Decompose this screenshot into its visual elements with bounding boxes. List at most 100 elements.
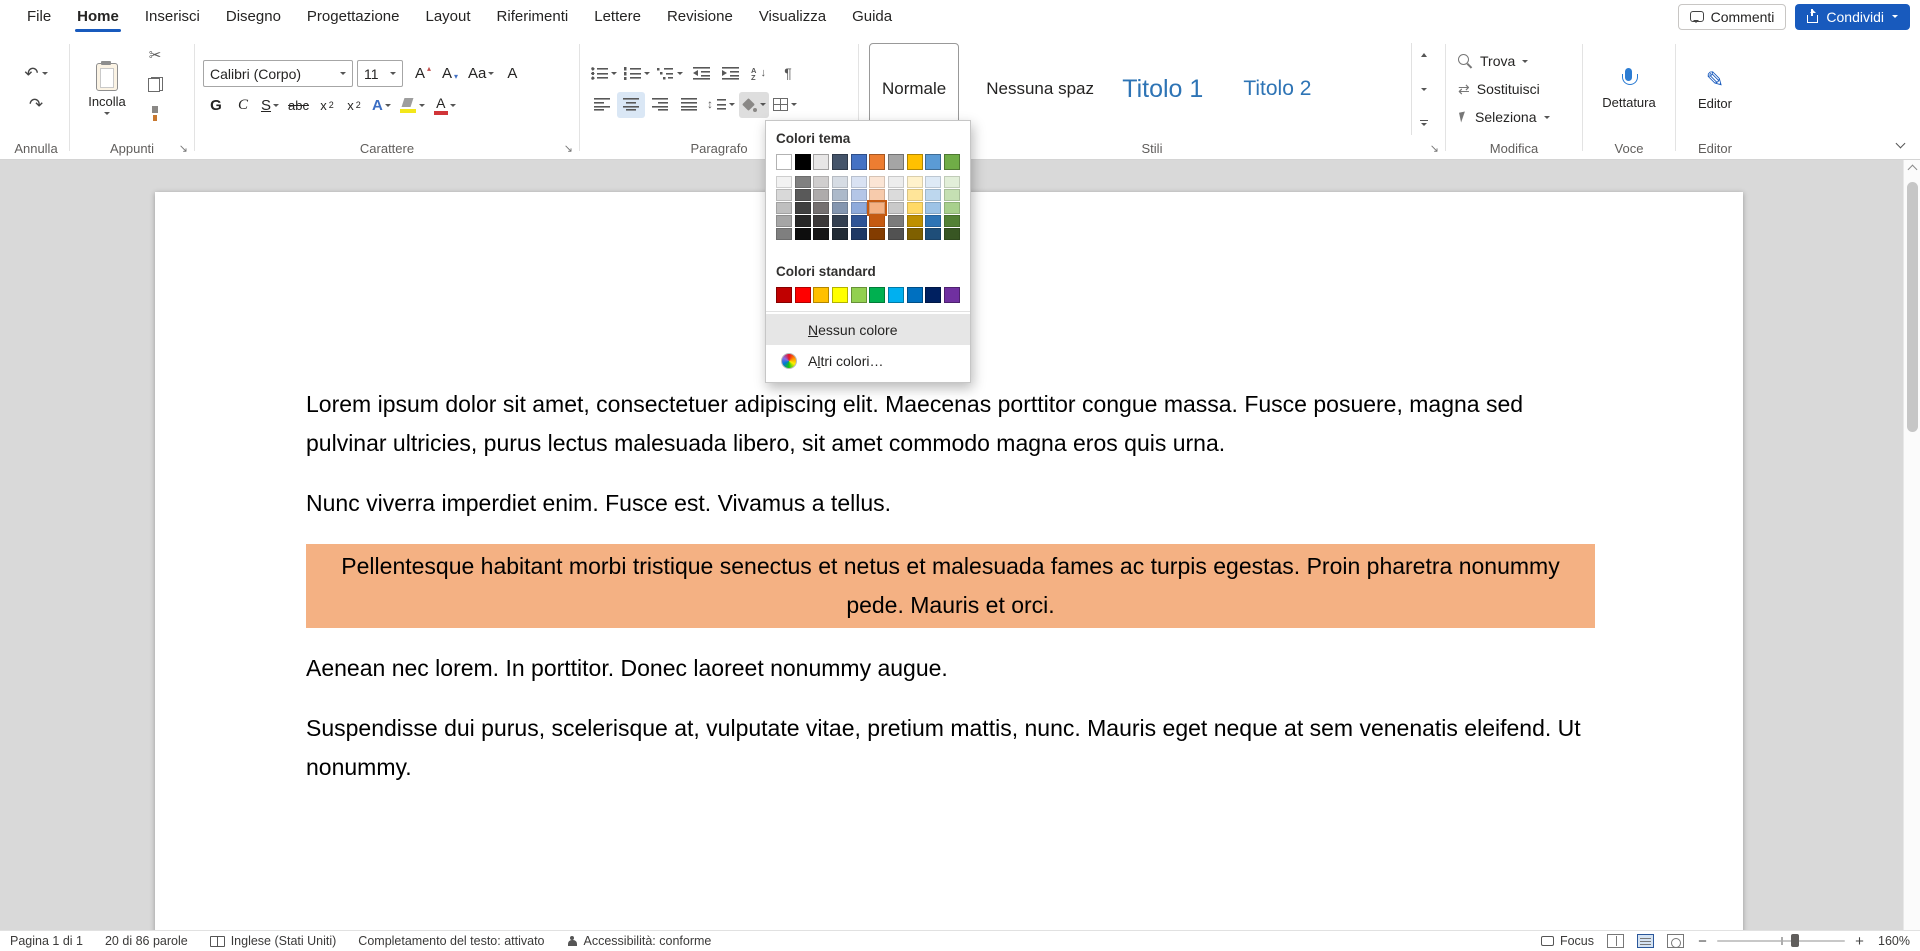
dictate-button[interactable]: Dettatura — [1602, 68, 1655, 110]
menu-tab-revisione[interactable]: Revisione — [654, 0, 746, 33]
color-swatch[interactable] — [907, 202, 923, 214]
italic-button[interactable]: C — [230, 92, 256, 118]
color-swatch[interactable] — [925, 228, 941, 240]
color-swatch[interactable] — [888, 287, 904, 303]
underline-button[interactable]: S — [257, 92, 283, 118]
menu-tab-guida[interactable]: Guida — [839, 0, 905, 33]
color-swatch[interactable] — [869, 228, 885, 240]
replace-button[interactable]: Sostituisci — [1454, 77, 1574, 102]
page-indicator[interactable]: Pagina 1 di 1 — [10, 934, 83, 948]
color-swatch[interactable] — [851, 154, 867, 170]
undo-button[interactable] — [16, 61, 56, 86]
color-swatch[interactable] — [813, 215, 829, 227]
menu-tab-inserisci[interactable]: Inserisci — [132, 0, 213, 33]
color-swatch[interactable] — [944, 189, 960, 201]
color-swatch[interactable] — [776, 287, 792, 303]
style-titolo-1[interactable]: Titolo 1 — [1109, 43, 1216, 135]
color-swatch[interactable] — [944, 154, 960, 170]
document-paragraph[interactable]: Pellentesque habitant morbi tristique se… — [306, 544, 1595, 628]
font-color-button[interactable]: A — [430, 92, 460, 118]
color-swatch[interactable] — [795, 189, 811, 201]
menu-tab-lettere[interactable]: Lettere — [581, 0, 654, 33]
color-swatch[interactable] — [869, 176, 885, 188]
styles-expand-button[interactable] — [1412, 115, 1435, 131]
document-paragraph[interactable]: Lorem ipsum dolor sit amet, consectetuer… — [306, 385, 1595, 463]
text-completion-indicator[interactable]: Completamento del testo: attivato — [358, 934, 544, 948]
color-swatch[interactable] — [907, 154, 923, 170]
styles-scroll-up-button[interactable] — [1412, 47, 1435, 63]
color-swatch[interactable] — [888, 176, 904, 188]
subscript-button[interactable]: x2 — [314, 92, 340, 118]
color-swatch[interactable] — [776, 202, 792, 214]
color-swatch[interactable] — [832, 228, 848, 240]
comments-button[interactable]: Commenti — [1678, 4, 1787, 30]
zoom-in-button[interactable]: + — [1854, 933, 1865, 950]
zoom-percentage[interactable]: 160% — [1874, 934, 1910, 948]
color-swatch[interactable] — [869, 202, 885, 214]
cut-button[interactable] — [140, 43, 170, 68]
color-swatch[interactable] — [944, 202, 960, 214]
color-swatch[interactable] — [851, 176, 867, 188]
color-swatch[interactable] — [813, 154, 829, 170]
text-effects-button[interactable]: A — [368, 92, 395, 118]
editor-button[interactable]: Editor — [1698, 67, 1732, 111]
color-swatch[interactable] — [795, 154, 811, 170]
strikethrough-button[interactable]: abc — [284, 92, 313, 118]
show-formatting-button[interactable] — [774, 61, 802, 87]
color-swatch[interactable] — [795, 176, 811, 188]
color-swatch[interactable] — [925, 154, 941, 170]
color-swatch[interactable] — [944, 287, 960, 303]
color-swatch[interactable] — [851, 228, 867, 240]
color-swatch[interactable] — [776, 154, 792, 170]
color-swatch[interactable] — [813, 287, 829, 303]
color-swatch[interactable] — [907, 287, 923, 303]
color-swatch[interactable] — [944, 176, 960, 188]
color-swatch[interactable] — [813, 228, 829, 240]
change-case-button[interactable]: Aa — [464, 61, 498, 87]
color-swatch[interactable] — [813, 189, 829, 201]
font-size-combo[interactable]: 11 — [357, 60, 403, 87]
color-swatch[interactable] — [776, 215, 792, 227]
color-swatch[interactable] — [795, 287, 811, 303]
color-swatch[interactable] — [944, 215, 960, 227]
menu-tab-visualizza[interactable]: Visualizza — [746, 0, 839, 33]
share-button[interactable]: Condividi — [1795, 4, 1910, 30]
color-swatch[interactable] — [832, 176, 848, 188]
shrink-font-button[interactable]: A — [437, 61, 463, 87]
vertical-scrollbar[interactable] — [1903, 160, 1920, 930]
format-painter-button[interactable] — [140, 101, 170, 126]
color-swatch[interactable] — [776, 189, 792, 201]
menu-tab-disegno[interactable]: Disegno — [213, 0, 294, 33]
color-swatch[interactable] — [907, 228, 923, 240]
menu-tab-progettazione[interactable]: Progettazione — [294, 0, 413, 33]
style-nessuna-spaziatura[interactable]: Nessuna spaziatura — [973, 43, 1095, 135]
styles-scroll-down-button[interactable] — [1412, 81, 1435, 97]
color-swatch[interactable] — [832, 189, 848, 201]
more-colors-item[interactable]: Altri colori… — [766, 345, 970, 376]
justify-button[interactable] — [675, 92, 703, 118]
color-swatch[interactable] — [925, 202, 941, 214]
style-titolo-2[interactable]: Titolo 2 — [1230, 43, 1324, 135]
borders-button[interactable] — [770, 92, 800, 118]
dialog-launcher-carattere[interactable] — [564, 144, 573, 155]
grow-font-button[interactable]: A — [410, 61, 436, 87]
color-swatch[interactable] — [832, 287, 848, 303]
color-swatch[interactable] — [907, 189, 923, 201]
menu-tab-file[interactable]: File — [14, 0, 64, 33]
color-swatch[interactable] — [813, 202, 829, 214]
read-mode-button[interactable] — [1607, 934, 1624, 948]
color-swatch[interactable] — [832, 154, 848, 170]
color-swatch[interactable] — [795, 215, 811, 227]
menu-tab-riferimenti[interactable]: Riferimenti — [484, 0, 582, 33]
align-left-button[interactable] — [588, 92, 616, 118]
color-swatch[interactable] — [925, 215, 941, 227]
shading-button[interactable] — [739, 92, 769, 118]
color-swatch[interactable] — [832, 202, 848, 214]
word-count[interactable]: 20 di 86 parole — [105, 934, 188, 948]
text-highlight-button[interactable] — [396, 92, 429, 118]
dialog-launcher-appunti[interactable] — [179, 144, 188, 155]
zoom-slider[interactable] — [1717, 940, 1845, 943]
document-paragraph[interactable]: Suspendisse dui purus, scelerisque at, v… — [306, 709, 1595, 787]
superscript-button[interactable]: x2 — [341, 92, 367, 118]
zoom-out-button[interactable]: − — [1697, 933, 1708, 950]
